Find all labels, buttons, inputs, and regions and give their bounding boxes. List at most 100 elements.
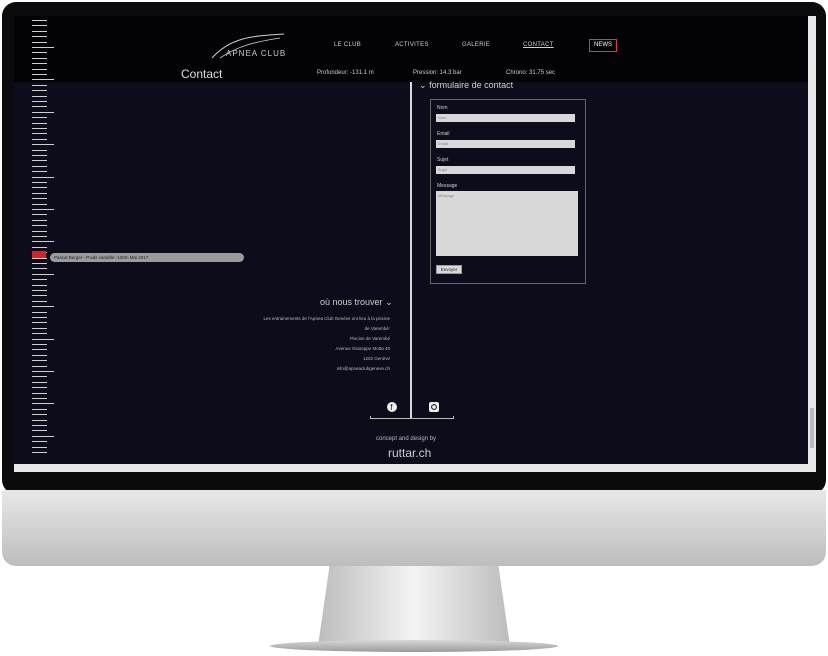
depth-gauge-tick [32,57,47,59]
monitor-base [270,640,558,652]
depth-gauge-tick [32,160,47,162]
depth-gauge-tick [32,214,47,216]
depth-gauge-tick [32,398,47,399]
depth-gauge-tick [32,381,47,383]
message-textarea[interactable]: Message [436,191,578,256]
depth-gauge-tick [32,95,47,97]
depth-gauge-tick [32,176,54,178]
location-title[interactable]: où nous trouver ⌄ [320,297,393,308]
depth-gauge-tick [32,182,47,183]
depth-gauge-tick [32,90,47,92]
depth-gauge-tick [32,441,47,443]
depth-gauge-tick [32,268,47,270]
depth-gauge-tick [32,322,47,324]
name-field[interactable]: Nom [436,114,575,122]
depth-gauge-tick [32,446,47,448]
logo-text: APNEA CLUB [226,49,287,58]
chevron-down-icon: ⌄ [419,80,427,90]
depth-gauge-tick [32,387,47,389]
depth-gauge-tick [32,452,47,453]
nav-le-club[interactable]: LE CLUB [334,42,361,48]
depth-gauge-tick [32,209,54,210]
depth-gauge-tick [32,354,47,356]
depth-gauge-tick [32,376,47,378]
depth-gauge-tick [32,149,47,151]
depth-gauge-tick [32,317,47,318]
depth-gauge-tick [32,435,54,437]
depth-gauge-tick [32,360,47,362]
depth-record-label: Pascal Berger - Poids variable -130m Mai… [50,253,244,262]
depth-gauge-tick [32,425,47,426]
depth-gauge-tick [32,171,47,173]
depth-gauge-tick [32,144,54,146]
website-screen: APNEA CLUB LE CLUB ACTIVITES GALERIE CON… [14,16,816,472]
subject-label: Sujet [437,157,449,163]
subject-field[interactable]: Sujet [436,166,575,174]
email-link[interactable]: info@apneaclubgeneve.ch [337,366,390,371]
depth-gauge-tick [32,365,47,367]
depth-gauge-tick [32,20,47,21]
nav-news-button[interactable]: NEWS [589,39,617,52]
monitor: APNEA CLUB LE CLUB ACTIVITES GALERIE CON… [0,0,828,656]
depth-gauge-tick [32,311,47,313]
depth-gauge-tick [32,79,54,81]
depth-gauge-tick [32,338,54,340]
chevron-down-icon: ⌄ [385,297,393,307]
facebook-icon[interactable]: f [387,402,397,412]
depth-gauge-tick [32,349,47,351]
address-line: de Varembé: [364,326,390,331]
depth-gauge-tick [32,306,54,308]
depth-gauge-tick [32,41,47,43]
name-label: Nom [437,105,448,111]
nav-activites[interactable]: ACTIVITES [395,42,429,48]
scrollbar-thumb[interactable] [810,408,814,448]
depth-gauge-tick [32,392,47,394]
contact-form-title[interactable]: ⌄ formulaire de contact [419,80,513,91]
contact-form: Nom Nom Email Email Sujet Sujet Message … [430,99,586,284]
depth-gauge-tick [32,246,47,248]
depth-gauge-tick [32,74,47,75]
depth-gauge-tick [32,101,47,102]
depth-gauge-tick [32,284,47,286]
depth-gauge-tick [32,117,47,119]
depth-gauge-tick [32,279,47,281]
depth-gauge-tick [32,263,47,264]
chrono-readout: Chrono: 31.75 sec [506,70,556,76]
address-line: Piscine de Varembé [350,336,390,341]
depth-gauge-tick [32,68,47,70]
depth-gauge-tick [32,403,54,405]
depth-gauge-tick [32,419,47,421]
depth-gauge-tick [32,52,47,54]
depth-gauge-tick [32,198,47,200]
depth-gauge-marker[interactable] [32,251,46,258]
horizontal-scrollbar[interactable] [14,464,808,472]
depth-gauge-tick [32,430,47,432]
depth-gauge-tick [32,414,47,416]
address-line: Les entrainements de l'Apnea Club Genève… [263,316,390,321]
depth-gauge-tick [32,138,47,140]
depth-gauge-tick [32,327,47,329]
nav-galerie[interactable]: GALERIE [462,42,490,48]
pressure-readout: Pression: 14.3 bar [413,70,462,76]
depth-gauge-tick [32,408,47,410]
depth-gauge-tick [32,84,47,86]
depth-gauge-tick [32,241,54,243]
divider-base [370,416,454,419]
vertical-scrollbar[interactable] [808,16,816,472]
nav-contact[interactable]: CONTACT [523,42,554,48]
depth-gauge-tick [32,47,54,48]
depth-gauge-tick [32,187,47,189]
depth-gauge-tick [32,111,54,113]
depth-gauge-tick [32,165,47,167]
page-title: Contact [181,67,223,81]
monitor-chin [2,490,826,566]
instagram-icon[interactable] [429,402,439,412]
submit-button[interactable]: Envoyer [436,265,462,274]
depth-gauge-tick [32,300,47,302]
designer-link[interactable]: ruttar.ch [388,446,431,460]
depth-gauge-tick [32,128,47,129]
depth-gauge-tick [32,273,54,275]
email-label: Email [437,131,450,137]
depth-gauge-tick [32,133,47,135]
email-field[interactable]: Email [436,140,575,148]
